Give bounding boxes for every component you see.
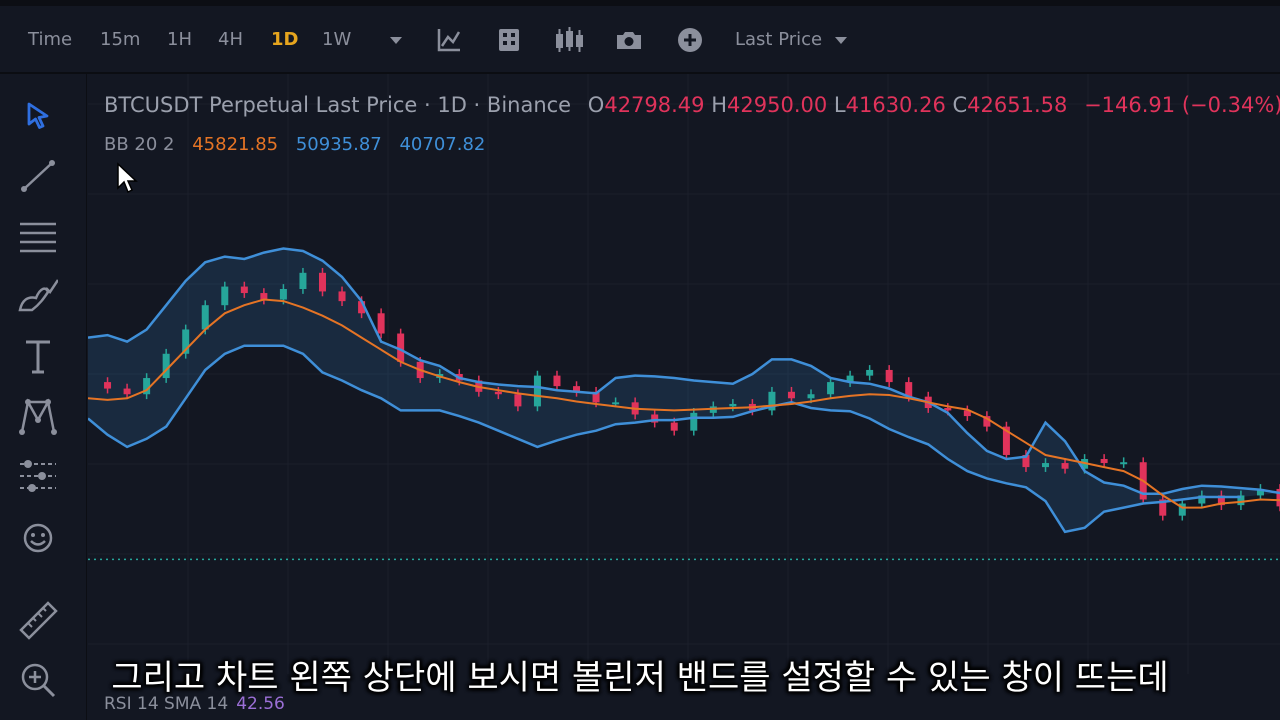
drawing-toolbar xyxy=(0,74,87,720)
interval-1w[interactable]: 1W xyxy=(322,26,351,54)
candle-body xyxy=(1061,463,1069,469)
candle-body xyxy=(807,394,815,399)
candle-body xyxy=(1120,462,1128,465)
camera-icon[interactable] xyxy=(614,26,644,54)
ruler-icon[interactable] xyxy=(18,600,58,640)
bb-lower-value: 40707.82 xyxy=(399,134,486,155)
candle-body xyxy=(377,313,385,334)
price-chart[interactable] xyxy=(88,74,1280,720)
low-label: L xyxy=(833,93,846,117)
symbol-title[interactable]: BTCUSDT Perpetual Last Price · 1D · Bina… xyxy=(104,93,571,117)
candle-body xyxy=(201,305,209,330)
chart-toolbar: Time 15m 1H 4H 1D 1W Last Price xyxy=(0,6,1280,74)
candle-body xyxy=(885,369,893,383)
layout-grid-icon[interactable] xyxy=(494,26,524,54)
candle-body xyxy=(670,422,678,431)
close-value: 42651.58 xyxy=(967,93,1068,117)
candle-body xyxy=(866,369,874,376)
high-label: H xyxy=(711,93,728,117)
caret-down-icon[interactable] xyxy=(381,26,411,54)
candle-body xyxy=(553,375,561,387)
video-subtitle: 그리고 차트 왼쪽 상단에 보시면 볼린저 밴드를 설정할 수 있는 창이 뜨는… xyxy=(111,658,1169,698)
bb-upper-value: 50935.87 xyxy=(295,134,382,155)
bb-basis-value: 45821.85 xyxy=(192,134,279,155)
candle-body xyxy=(104,382,112,389)
caret-down-icon[interactable] xyxy=(826,26,856,54)
text-icon[interactable] xyxy=(18,336,58,376)
plus-circle-icon[interactable] xyxy=(675,26,705,54)
candle-body xyxy=(612,402,620,405)
cursor-arrow-icon[interactable] xyxy=(18,96,58,136)
open-value: 42798.49 xyxy=(604,93,705,117)
candle-body xyxy=(123,388,131,395)
horizontal-lines-icon[interactable] xyxy=(18,216,58,256)
candle-body xyxy=(944,408,952,411)
brush-icon[interactable] xyxy=(18,276,60,316)
candle-body xyxy=(514,394,522,407)
pattern-icon[interactable] xyxy=(18,396,58,436)
high-value: 42950.00 xyxy=(727,93,828,117)
bollinger-legend[interactable]: BB 20 2 45821.85 50935.87 40707.82 xyxy=(104,132,485,158)
candle-body xyxy=(690,412,698,431)
candle-body xyxy=(729,403,737,407)
candle-body xyxy=(279,289,287,300)
trend-line-icon[interactable] xyxy=(18,156,58,196)
candle-body xyxy=(827,382,835,395)
symbol-legend: BTCUSDT Perpetual Last Price · 1D · Bina… xyxy=(104,90,1280,120)
candle-body xyxy=(240,286,248,294)
emoji-icon[interactable] xyxy=(18,518,58,558)
mouse-pointer-icon xyxy=(117,162,138,194)
candle-body xyxy=(221,286,229,306)
candle-body xyxy=(1042,463,1050,468)
close-label: C xyxy=(952,93,968,117)
candle-body xyxy=(318,272,326,292)
candle-body xyxy=(299,272,307,289)
candle-body xyxy=(162,353,170,379)
bb-indicator-label[interactable]: BB 20 2 xyxy=(104,134,175,155)
price-type-select[interactable]: Last Price xyxy=(735,26,822,54)
interval-1h[interactable]: 1H xyxy=(167,26,192,54)
open-label: O xyxy=(587,93,605,117)
candles-icon[interactable] xyxy=(554,26,584,54)
candle-body xyxy=(1100,459,1108,464)
bollinger-band-fill xyxy=(88,248,1280,532)
candle-body xyxy=(533,375,541,407)
low-value: 41630.26 xyxy=(845,93,946,117)
indicators-icon[interactable] xyxy=(434,26,464,54)
prediction-icon[interactable] xyxy=(18,456,58,496)
candle-body xyxy=(338,291,346,302)
candle-body xyxy=(494,391,502,395)
interval-4h[interactable]: 4H xyxy=(218,26,243,54)
interval-1d[interactable]: 1D xyxy=(271,26,298,54)
chart-canvas[interactable] xyxy=(88,74,1280,720)
price-change: −146.91 (−0.34%) xyxy=(1084,93,1280,117)
candle-body xyxy=(787,391,795,399)
interval-15m[interactable]: 15m xyxy=(100,26,140,54)
interval-time[interactable]: Time xyxy=(28,26,72,54)
